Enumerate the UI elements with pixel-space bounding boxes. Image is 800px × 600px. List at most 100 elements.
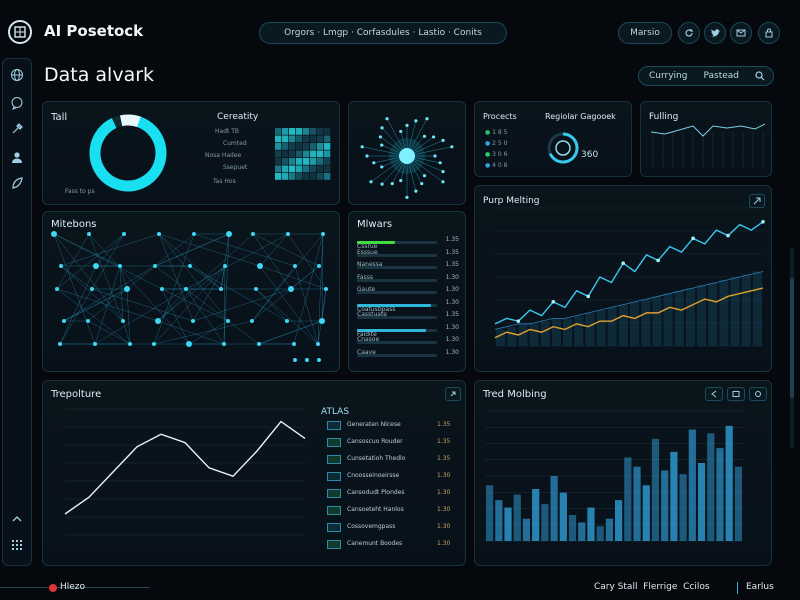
search-bar[interactable]: Currying Pastead	[638, 66, 774, 86]
tred-bar	[550, 476, 558, 541]
mesh-node	[58, 342, 62, 346]
procect-item: ● 2 5 0	[485, 140, 508, 147]
tred-bar	[670, 451, 678, 541]
heatmap-cell	[310, 135, 317, 143]
tall-row: Nosa Hadee	[205, 152, 242, 159]
header-pill[interactable]: Marsio	[618, 22, 672, 44]
footer-brand[interactable]: Hlezo	[60, 582, 85, 592]
heatmap-cell	[282, 158, 289, 165]
refresh-icon[interactable]	[678, 22, 700, 44]
mlwars-row-label: Cnasoe	[357, 336, 380, 343]
mesh-node	[153, 264, 157, 268]
mesh-node	[188, 264, 192, 268]
panel-tred-molbing: Tred Molbing	[474, 380, 772, 566]
mesh-node	[288, 286, 294, 292]
mlwars-row-label: Gaute	[357, 286, 376, 293]
heatmap-cell	[303, 150, 310, 158]
mesh-edge	[287, 233, 327, 290]
atlas-row-label: Cansodudt Plondes	[347, 489, 405, 496]
panel-fulling: Fulling	[640, 101, 772, 177]
mesh-node	[122, 232, 126, 236]
burst-node	[380, 165, 384, 169]
mesh-edge	[251, 265, 296, 322]
scrollbar-thumb[interactable]	[790, 278, 794, 398]
scrollbar[interactable]	[790, 248, 794, 448]
mlwars-row: Faidite 1.30	[357, 324, 459, 338]
mlwars-row-value: 1.35	[445, 236, 459, 243]
burst-node	[372, 161, 376, 165]
atlas-row-value: 1.30	[437, 506, 451, 513]
mlwars-row: Esssue 1.35	[357, 249, 459, 258]
tred-bar	[615, 500, 623, 541]
mesh-edge	[294, 265, 319, 345]
chevron-up-icon[interactable]	[9, 511, 25, 527]
purp-bg-bar	[663, 293, 673, 346]
heatmap-cell	[310, 128, 317, 135]
mesh-node	[121, 319, 125, 323]
tred-molbing-chart	[485, 410, 743, 542]
leaf-icon[interactable]	[9, 175, 25, 191]
panel-trepolture-title: Trepolture	[51, 389, 102, 400]
purp-bg-bar	[652, 296, 662, 346]
app-title: AI Posetock	[44, 22, 144, 40]
messages-icon[interactable]	[730, 22, 752, 44]
mesh-node	[59, 264, 63, 268]
tred-bar	[559, 492, 567, 541]
heatmap-cell	[296, 135, 303, 143]
link-icon[interactable]	[445, 387, 461, 401]
tred-bar	[716, 448, 724, 541]
tred-bar	[541, 503, 549, 541]
burst-node	[380, 143, 384, 147]
mesh-node	[90, 287, 94, 291]
burst-core	[399, 148, 415, 164]
tred-bar	[661, 470, 669, 541]
top-nav-label[interactable]: Orgors · Lmgp · Corfasdules · Lastio · C…	[284, 28, 482, 38]
header-pill-label[interactable]: Marsio	[630, 28, 660, 38]
lock-icon[interactable]	[758, 22, 780, 44]
mesh-node	[251, 232, 255, 236]
heatmap-cell	[289, 158, 296, 165]
mesh-edge	[60, 265, 93, 290]
burst-node	[441, 138, 445, 142]
purp-point	[761, 220, 765, 224]
top-nav[interactable]: Orgors · Lmgp · Corfasdules · Lastio · C…	[259, 22, 507, 44]
globe-icon[interactable]	[9, 67, 25, 83]
expand-icon[interactable]	[749, 194, 765, 208]
mlwars-row: Nanessa 1.35	[357, 261, 459, 270]
heatmap-cell	[324, 143, 331, 150]
mesh-node	[317, 264, 321, 268]
atlas-row-icon	[327, 523, 341, 532]
tools-icon[interactable]	[9, 121, 25, 137]
purp-point	[551, 300, 556, 304]
apps-grid-icon[interactable]	[9, 537, 25, 553]
tall-row: Cumted	[223, 140, 247, 147]
burst-node	[441, 180, 445, 184]
user-icon[interactable]	[9, 149, 25, 165]
atlas-row-icon	[327, 506, 341, 515]
mesh-edge	[53, 233, 163, 290]
atlas-row-icon	[327, 455, 341, 464]
heatmap-cell	[303, 143, 310, 150]
mesh-node	[319, 318, 325, 324]
mesh-node	[87, 232, 91, 236]
procect-item: ● 1 8 5	[485, 129, 508, 136]
mesh-node	[324, 287, 328, 291]
chat-icon[interactable]	[9, 95, 25, 111]
mlwars-row-value: 1.30	[445, 273, 459, 281]
search-filter-right[interactable]: Pastead	[703, 71, 739, 81]
footer-links[interactable]: Cary Stall Flerrige Ccilos	[594, 582, 710, 592]
mlwars-row-label: Nanessa	[357, 261, 383, 268]
mesh-legend-dot	[317, 358, 321, 362]
mlwars-row-value: 1.30	[445, 348, 459, 356]
view-icon[interactable]	[749, 387, 767, 401]
heatmap-cell	[310, 158, 317, 165]
search-filter-left[interactable]: Currying	[649, 71, 687, 81]
tred-bar	[495, 500, 503, 541]
footer-right[interactable]: Earlus	[746, 582, 774, 592]
mesh-node	[124, 286, 130, 292]
donut-chart	[89, 114, 167, 192]
arrow-icon[interactable]	[705, 387, 723, 401]
twitter-icon[interactable]	[704, 22, 726, 44]
image-icon[interactable]	[727, 387, 745, 401]
search-icon[interactable]	[755, 71, 765, 84]
